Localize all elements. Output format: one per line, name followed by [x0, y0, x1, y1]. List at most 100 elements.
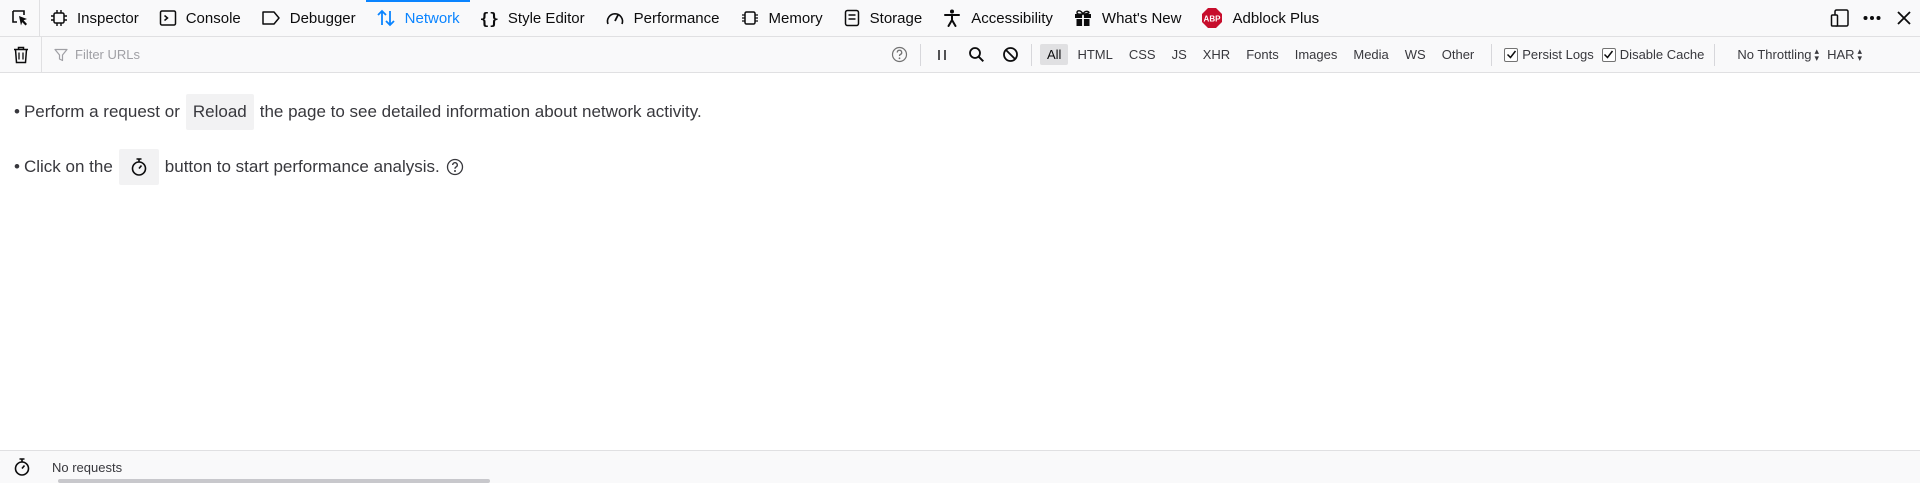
throttling-value: No Throttling	[1737, 47, 1812, 62]
tab-console[interactable]: Console	[149, 0, 251, 36]
tab-performance[interactable]: Performance	[595, 0, 730, 36]
more-icon	[1863, 16, 1881, 20]
memory-icon	[741, 11, 758, 25]
checkbox-box[interactable]	[1601, 47, 1616, 62]
clear-button[interactable]	[0, 36, 42, 73]
request-count-summary: No requests	[52, 459, 123, 475]
tab-label: Performance	[633, 9, 720, 27]
more-options-button[interactable]	[1856, 0, 1888, 36]
notice-text: button to start performance analysis.	[164, 157, 440, 176]
tab-network[interactable]: Network	[365, 0, 470, 36]
notice-text: Perform a request or	[23, 102, 180, 121]
bullet: •	[14, 102, 20, 121]
filter-urls-input[interactable]: Filter URLs	[42, 37, 882, 73]
har-label: HAR	[1827, 47, 1855, 62]
tab-label: Accessibility	[971, 9, 1053, 27]
empty-notice-reload-line: • Perform a request or Reload the page t…	[14, 92, 702, 132]
search-icon	[968, 47, 984, 63]
filter-type-media[interactable]: Media	[1346, 44, 1395, 65]
filter-type-other[interactable]: Other	[1435, 44, 1482, 65]
gift-icon	[1074, 10, 1091, 26]
tab-label: Debugger	[289, 9, 356, 27]
accessibility-icon	[944, 9, 961, 27]
pause-button[interactable]	[925, 37, 959, 73]
adblock-plus-icon: ABP	[1202, 8, 1223, 28]
disable-cache-checkbox[interactable]: Disable Cache	[1601, 47, 1705, 62]
tab-inspector[interactable]: Inspector	[40, 0, 149, 36]
tab-label: What's New	[1101, 9, 1182, 27]
close-devtools-button[interactable]	[1888, 0, 1920, 36]
notice-text: Click on the	[23, 157, 113, 176]
filter-type-xhr[interactable]: XHR	[1196, 44, 1237, 65]
tab-label: Style Editor	[507, 9, 585, 27]
persist-logs-label: Persist Logs	[1522, 47, 1594, 62]
checkbox-box[interactable]	[1504, 47, 1519, 62]
tab-whats-new[interactable]: What's New	[1063, 0, 1192, 36]
updown-arrow-icon: ▴ ▾	[1814, 45, 1820, 63]
tab-debugger[interactable]: Debugger	[251, 0, 366, 36]
tab-storage[interactable]: Storage	[833, 0, 933, 36]
trash-icon	[13, 46, 28, 63]
console-icon	[159, 10, 176, 26]
tab-memory[interactable]: Memory	[730, 0, 833, 36]
filter-type-ws[interactable]: WS	[1398, 44, 1433, 65]
style-editor-icon: {}	[479, 8, 499, 28]
toolbar-separator	[1714, 43, 1716, 66]
updown-arrow-icon: ▴ ▾	[1857, 45, 1863, 63]
filter-icon	[54, 48, 68, 61]
help-icon	[891, 46, 907, 63]
stopwatch-icon	[14, 458, 30, 476]
tabbar-actions	[1824, 0, 1920, 36]
toolbar-separator	[1491, 43, 1493, 66]
toolbar-separator	[1031, 43, 1032, 66]
element-picker-icon	[11, 10, 27, 26]
devtools-window: Inspector Console Debugger Network {} St…	[0, 0, 1920, 483]
tab-label: Network	[404, 9, 460, 27]
inspector-icon	[51, 10, 67, 26]
filter-placeholder: Filter URLs	[75, 47, 141, 62]
start-performance-analysis-button[interactable]	[118, 149, 159, 185]
throttling-select[interactable]: No Throttling ▴ ▾	[1737, 45, 1820, 63]
bullet: •	[14, 157, 20, 176]
toolbar-separator	[920, 43, 921, 66]
reload-button[interactable]: Reload	[185, 94, 254, 130]
filter-type-images[interactable]: Images	[1288, 44, 1345, 65]
har-menu-button[interactable]: HAR ▴ ▾	[1827, 45, 1863, 63]
tab-adblock-plus[interactable]: ABP Adblock Plus	[1191, 0, 1329, 36]
performance-icon	[606, 13, 623, 25]
close-icon	[1897, 11, 1911, 25]
filter-help-button[interactable]	[882, 37, 916, 73]
debugger-icon	[262, 11, 280, 25]
filter-type-js[interactable]: JS	[1165, 44, 1194, 65]
tab-label: Console	[185, 9, 241, 27]
tab-label: Inspector	[77, 9, 139, 27]
tab-label: Memory	[768, 9, 823, 27]
checkmark-icon	[1604, 50, 1614, 59]
adblock-badge-text: ABP	[1204, 15, 1222, 24]
request-type-filters: All HTML CSS JS XHR Fonts Images Media W…	[1040, 44, 1481, 65]
persist-logs-checkbox[interactable]: Persist Logs	[1504, 47, 1594, 62]
tab-style-editor[interactable]: {} Style Editor	[470, 0, 595, 36]
devtools-tabbar: Inspector Console Debugger Network {} St…	[0, 0, 1920, 37]
filter-type-fonts[interactable]: Fonts	[1239, 44, 1286, 65]
disable-cache-label: Disable Cache	[1619, 47, 1705, 62]
performance-analysis-button[interactable]	[0, 457, 44, 477]
storage-icon	[844, 9, 859, 27]
help-icon	[446, 158, 463, 176]
tab-accessibility[interactable]: Accessibility	[932, 0, 1063, 36]
search-button[interactable]	[959, 37, 993, 73]
notice-text: the page to see detailed information abo…	[259, 102, 702, 121]
filter-type-css[interactable]: CSS	[1122, 44, 1163, 65]
filter-type-html[interactable]: HTML	[1070, 44, 1119, 65]
filter-type-all[interactable]: All	[1040, 44, 1069, 65]
network-toolbar: Filter URLs All HTML CSS JS XHR Fonts Im…	[0, 36, 1920, 73]
tab-label: Storage	[869, 9, 923, 27]
responsive-design-button[interactable]	[1824, 0, 1856, 36]
element-picker-button[interactable]	[0, 0, 40, 36]
performance-help-button[interactable]	[446, 158, 464, 176]
pause-icon	[938, 49, 946, 60]
tab-label: Adblock Plus	[1232, 9, 1320, 27]
block-icon	[1002, 47, 1018, 62]
horizontal-scrollbar[interactable]	[58, 479, 490, 483]
block-requests-button[interactable]	[993, 37, 1027, 73]
